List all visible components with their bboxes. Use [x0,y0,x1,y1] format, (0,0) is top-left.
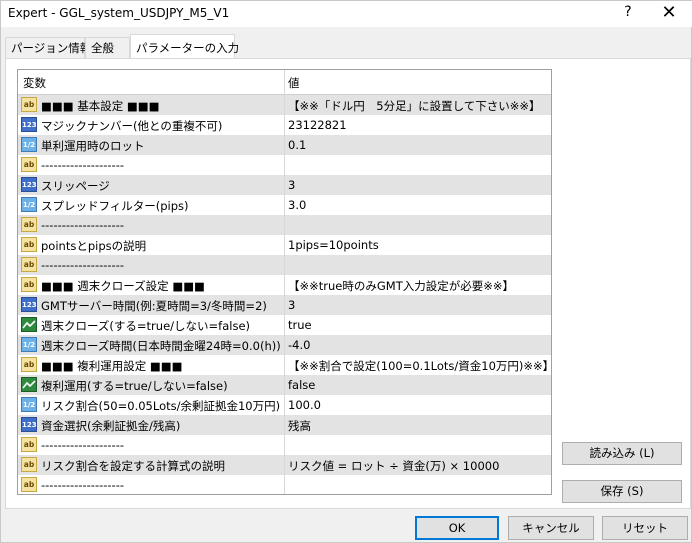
parameter-name: 週末クローズ(する=true/しない=false) [41,319,251,333]
parameter-value[interactable]: 100.0 [288,398,321,412]
parameter-value[interactable]: 3 [288,178,295,192]
save-button[interactable]: 保存 (S) [562,480,682,503]
close-button[interactable]: ✕ [656,2,682,23]
parameter-name: ■■■ 複利運用設定 ■■■ [41,359,183,373]
cancel-button[interactable]: キャンセル [508,516,594,540]
title-bar: Expert - GGL_system_USDJPY_M5_V1 ? ✕ [1,1,692,27]
parameter-name: ■■■ 基本設定 ■■■ [41,99,160,113]
parameter-value[interactable]: 残高 [288,418,311,434]
double-type-icon: 1/2 [21,337,37,352]
string-type-icon: ab [21,217,37,232]
parameter-name: -------------------- [41,218,124,232]
parameter-name: GMTサーバー時間(例:夏時間=3/冬時間=2) [41,299,267,313]
help-button[interactable]: ? [618,4,638,20]
parameter-name: 単利運用時のロット [41,139,145,153]
double-type-icon: 1/2 [21,397,37,412]
column-header-value[interactable]: 値 [288,75,300,91]
string-type-icon: ab [21,237,37,252]
parameter-name: スプレッドフィルター(pips) [41,199,189,213]
string-type-icon: ab [21,437,37,452]
parameter-name: 週末クローズ時間(日本時間金曜24時=0.0(h)) [41,339,281,353]
column-header-variable[interactable]: 変数 [23,75,46,91]
integer-type-icon: 123 [21,117,37,132]
parameter-name: リスク割合(50=0.05Lots/余剰証拠金10万円) [41,399,281,413]
parameter-name: 資金選択(余剰証拠金/残高) [41,419,181,433]
parameter-value[interactable]: リスク値 = ロット ÷ 資金(万) × 10000 [288,458,499,474]
parameter-name: リスク割合を設定する計算式の説明 [41,459,225,473]
parameter-name: pointsとpipsの説明 [41,239,147,253]
ok-button[interactable]: OK [415,516,499,540]
parameter-value[interactable]: 0.1 [288,138,306,152]
parameter-value[interactable]: 3 [288,298,295,312]
parameter-value[interactable]: 23122821 [288,118,347,132]
bool-wave-icon [22,380,36,389]
integer-type-icon: 123 [21,297,37,312]
string-type-icon: ab [21,157,37,172]
parameter-value[interactable]: 【※※true時のみGMT入力設定が必要※※】 [288,278,514,294]
string-type-icon: ab [21,477,37,492]
bool-type-icon [21,377,37,392]
parameter-value[interactable]: false [288,378,315,392]
string-type-icon: ab [21,357,37,372]
parameter-name: -------------------- [41,478,124,492]
parameter-value[interactable]: -4.0 [288,338,310,352]
parameters-grid[interactable]: 変数 値 ab ■■■ 基本設定 ■■■ 【※※「ドル円 5分足」に設置して下さい※… [17,69,552,495]
double-type-icon: 1/2 [21,197,37,212]
string-type-icon: ab [21,277,37,292]
parameter-name: 複利運用(する=true/しない=false) [41,379,228,393]
string-type-icon: ab [21,97,37,112]
column-separator[interactable] [284,70,285,494]
tab-general[interactable]: 全般 [85,37,130,58]
expert-properties-window: Expert - GGL_system_USDJPY_M5_V1 ? ✕ パージ… [0,0,692,543]
parameter-name: -------------------- [41,158,124,172]
parameter-value[interactable]: 【※※割合で設定(100=0.1Lots/資金10万円)※※】 [288,358,551,374]
parameter-name: スリッページ [41,179,110,193]
bool-type-icon [21,317,37,332]
parameter-name: -------------------- [41,258,124,272]
integer-type-icon: 123 [21,417,37,432]
window-title: Expert - GGL_system_USDJPY_M5_V1 [8,6,230,20]
parameter-value[interactable]: 1pips=10points [288,238,379,252]
string-type-icon: ab [21,257,37,272]
parameter-name: マジックナンバー(他との重複不可) [41,119,223,133]
parameter-value[interactable]: true [288,318,312,332]
load-button[interactable]: 読み込み (L) [562,442,682,465]
parameter-name: -------------------- [41,438,124,452]
tab-version-info[interactable]: パージョン情報 [5,37,91,58]
bool-wave-icon [22,320,36,329]
parameter-value[interactable]: 【※※「ドル円 5分足」に設置して下さい※※】 [288,98,541,114]
string-type-icon: ab [21,457,37,472]
double-type-icon: 1/2 [21,137,37,152]
integer-type-icon: 123 [21,177,37,192]
reset-button[interactable]: リセット [602,516,688,540]
parameter-name: ■■■ 週末クローズ設定 ■■■ [41,279,205,293]
tab-input-parameters[interactable]: パラメーターの入力 [130,34,239,58]
parameter-value[interactable]: 3.0 [288,198,306,212]
